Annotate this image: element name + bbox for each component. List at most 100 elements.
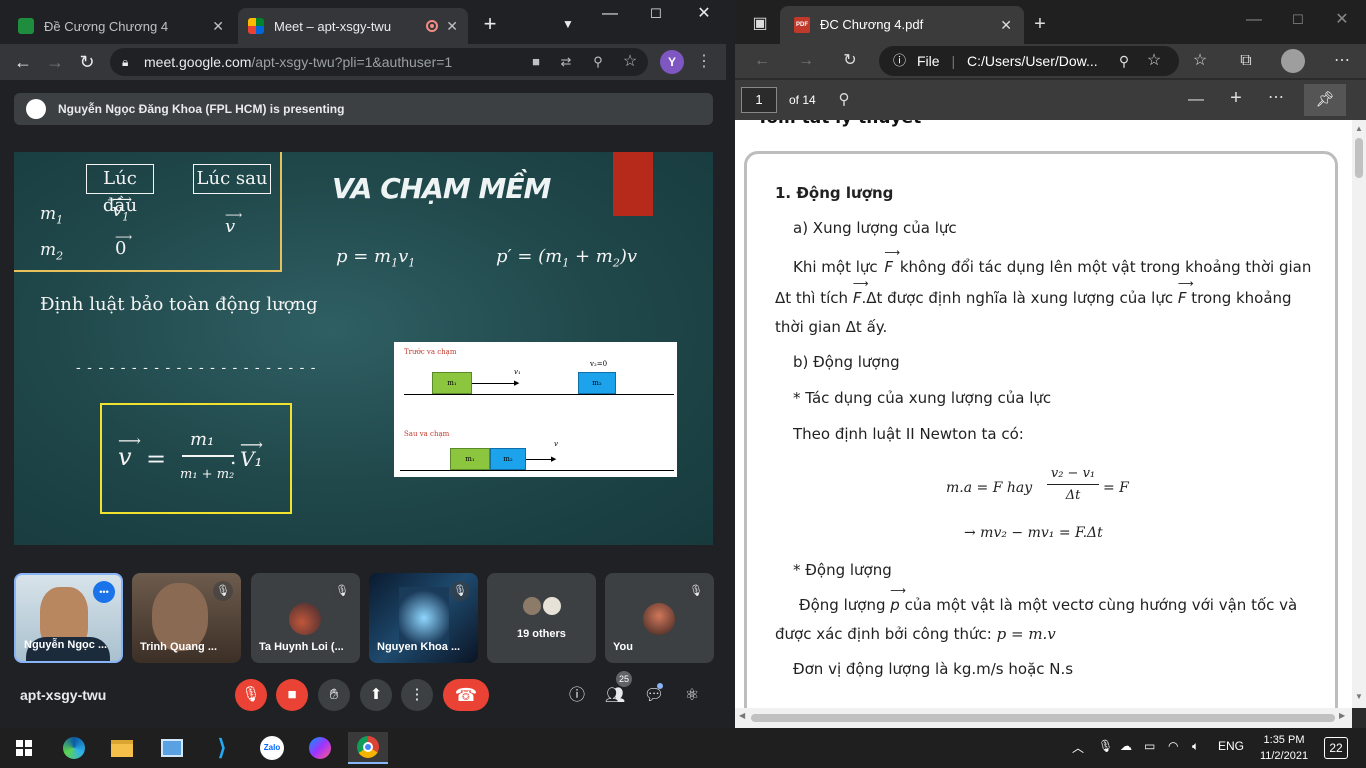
meeting-details-icon[interactable]: ⓘ bbox=[566, 686, 588, 706]
tab-meet[interactable]: Meet – apt-xsgy-twu ✕ bbox=[238, 8, 468, 44]
raise-hand-button[interactable]: ✋︎ bbox=[318, 679, 350, 711]
search-icon[interactable]: ⚲ bbox=[833, 90, 855, 110]
self-tile[interactable]: 🎙︎ You bbox=[605, 573, 714, 663]
new-tab-icon[interactable]: + bbox=[1029, 14, 1051, 34]
mic-toggle-button[interactable]: 🎙︎ bbox=[235, 679, 267, 711]
windows-start-icon[interactable] bbox=[4, 732, 44, 764]
pin-toolbar-icon[interactable]: 📌︎ bbox=[1304, 84, 1346, 116]
zoom-icon[interactable]: ⚲ bbox=[588, 52, 608, 72]
zoom-icon[interactable]: ⚲ bbox=[1113, 51, 1135, 71]
tab-actions-icon[interactable]: ▣ bbox=[749, 14, 771, 34]
close-window-icon[interactable]: ✕ bbox=[684, 4, 724, 24]
zalo-icon[interactable]: Zalo bbox=[252, 732, 292, 764]
mic-off-icon: 🎙︎ bbox=[332, 581, 352, 601]
scroll-thumb[interactable] bbox=[751, 714, 1335, 722]
participant-tile[interactable]: 🎙︎ Nguyen Khoa ... bbox=[369, 573, 478, 663]
notifications-button[interactable]: 22 bbox=[1324, 737, 1348, 759]
page-number-input[interactable]: 1 bbox=[741, 87, 777, 113]
zoom-out-icon[interactable]: — bbox=[1185, 90, 1207, 110]
zoom-in-icon[interactable]: + bbox=[1225, 88, 1247, 108]
bookmark-star-icon[interactable]: ☆ bbox=[620, 52, 640, 72]
more-tools-icon[interactable]: ⋯ bbox=[1265, 88, 1287, 108]
participant-strip: ••• Nguyễn Ngọc ... 🎙︎ Trinh Quang ... 🎙… bbox=[14, 573, 714, 663]
more-options-button[interactable]: ••• bbox=[93, 581, 115, 603]
fraction-bar bbox=[182, 455, 234, 457]
participant-tile[interactable]: ••• Nguyễn Ngọc ... bbox=[14, 573, 123, 663]
present-button[interactable]: ⬆ bbox=[360, 679, 392, 711]
formula-numerator: v₂ − v₁ bbox=[1050, 466, 1096, 481]
vertical-scrollbar[interactable]: ▲ ▼ bbox=[1352, 120, 1366, 708]
chrome-icon[interactable] bbox=[348, 732, 388, 764]
close-window-icon[interactable]: ✕ bbox=[1331, 10, 1353, 30]
show-hidden-icons[interactable]: ︿ bbox=[1072, 739, 1084, 756]
microphone-icon[interactable]: 🎙︎ bbox=[1098, 739, 1113, 753]
conservation-law: Định luật bảo toàn động lượng bbox=[40, 294, 318, 315]
file-explorer-icon[interactable] bbox=[102, 732, 142, 764]
scroll-down-icon[interactable]: ▼ bbox=[1355, 688, 1363, 706]
profile-avatar[interactable] bbox=[1281, 49, 1305, 73]
wifi-icon[interactable]: ◠ bbox=[1168, 739, 1178, 753]
new-tab-button[interactable]: + bbox=[470, 13, 510, 35]
tab-search-icon[interactable]: ▼ bbox=[548, 14, 588, 34]
scroll-left-icon[interactable]: ◀ bbox=[739, 711, 745, 720]
close-icon[interactable]: ✕ bbox=[1000, 6, 1012, 44]
edge-icon[interactable] bbox=[54, 732, 94, 764]
translate-icon[interactable]: ⇄ bbox=[556, 52, 576, 72]
subheading-momentum: b) Động lượng bbox=[793, 353, 900, 371]
block-m2: m₂ bbox=[578, 372, 616, 394]
vscode-icon[interactable]: ⟩ bbox=[202, 732, 242, 764]
forward-icon[interactable]: → bbox=[42, 49, 68, 75]
scroll-thumb[interactable] bbox=[1355, 138, 1363, 178]
camera-toggle-button[interactable]: ■ bbox=[276, 679, 308, 711]
clock[interactable]: 1:35 PM 11/2/2021 bbox=[1252, 732, 1316, 764]
people-icon[interactable]: 👥︎ bbox=[604, 686, 626, 706]
maximize-icon[interactable]: ☐ bbox=[636, 4, 676, 24]
participant-video bbox=[399, 587, 449, 649]
refresh-icon[interactable]: ↻ bbox=[839, 51, 861, 71]
page-total: of 14 bbox=[789, 93, 816, 107]
close-icon[interactable]: ✕ bbox=[212, 18, 224, 35]
tab-title: Meet – apt-xsgy-twu bbox=[274, 18, 392, 34]
language-indicator[interactable]: ENG bbox=[1218, 739, 1244, 753]
favorites-icon[interactable]: ☆ bbox=[1189, 51, 1211, 71]
others-tile[interactable]: 19 others bbox=[487, 573, 596, 663]
forward-icon[interactable]: → bbox=[795, 51, 817, 71]
back-icon[interactable]: ← bbox=[751, 51, 773, 71]
menu-icon[interactable]: ⋮ bbox=[694, 52, 714, 72]
onedrive-icon[interactable]: ☁︎ bbox=[1120, 739, 1132, 753]
back-icon[interactable]: ← bbox=[10, 49, 36, 75]
maximize-icon[interactable]: ☐ bbox=[1287, 10, 1309, 30]
more-options-button[interactable]: ⋮ bbox=[401, 679, 433, 711]
settings-more-icon[interactable]: ⋯ bbox=[1331, 51, 1353, 71]
scroll-up-icon[interactable]: ▲ bbox=[1355, 120, 1363, 138]
camera-icon[interactable]: ■ bbox=[526, 52, 546, 72]
participant-tile[interactable]: 🎙︎ Ta Huynh Loi (... bbox=[251, 573, 360, 663]
collections-icon[interactable]: ⧉ bbox=[1235, 51, 1257, 71]
battery-icon[interactable]: ▭ bbox=[1144, 739, 1155, 753]
reload-icon[interactable]: ↻ bbox=[74, 49, 100, 75]
control-panel-icon[interactable] bbox=[152, 732, 192, 764]
messenger-icon[interactable] bbox=[300, 732, 340, 764]
leave-call-button[interactable]: ☎︎ bbox=[443, 679, 489, 711]
volume-icon[interactable]: 🔈︎ bbox=[1192, 739, 1199, 754]
horizontal-scrollbar[interactable]: ◀ ▶ bbox=[735, 708, 1352, 728]
presenter-avatar bbox=[26, 99, 46, 119]
activities-icon[interactable]: ⚛︎ bbox=[681, 686, 703, 706]
edge-toolbar: ← → ↻ ⓘ File | C:/Users/User/Dow... ⚲ ☆ … bbox=[735, 44, 1366, 78]
chat-icon[interactable]: 💬︎ bbox=[643, 686, 665, 706]
minimize-icon[interactable]: — bbox=[590, 4, 630, 24]
tab-de-cuong[interactable]: Đề Cương Chương 4 ✕ bbox=[8, 8, 234, 44]
tab-pdf[interactable]: PDF ĐC Chương 4.pdf ✕ bbox=[780, 6, 1024, 44]
close-icon[interactable]: ✕ bbox=[446, 18, 458, 35]
clock-date: 11/2/2021 bbox=[1259, 750, 1309, 762]
bullet-momentum: * Động lượng bbox=[793, 561, 892, 579]
v-vector: ⟶ v bbox=[225, 208, 243, 237]
participant-tile[interactable]: 🎙︎ Trinh Quang ... bbox=[132, 573, 241, 663]
block-m1: m₁ bbox=[432, 372, 472, 394]
profile-avatar[interactable]: Y bbox=[660, 50, 684, 74]
favorite-add-icon[interactable]: ☆ bbox=[1143, 51, 1165, 71]
mic-off-icon: 🎙︎ bbox=[213, 581, 233, 601]
pdf-file-icon: PDF bbox=[794, 17, 810, 33]
scroll-right-icon[interactable]: ▶ bbox=[1339, 711, 1345, 720]
minimize-icon[interactable]: — bbox=[1243, 10, 1265, 30]
